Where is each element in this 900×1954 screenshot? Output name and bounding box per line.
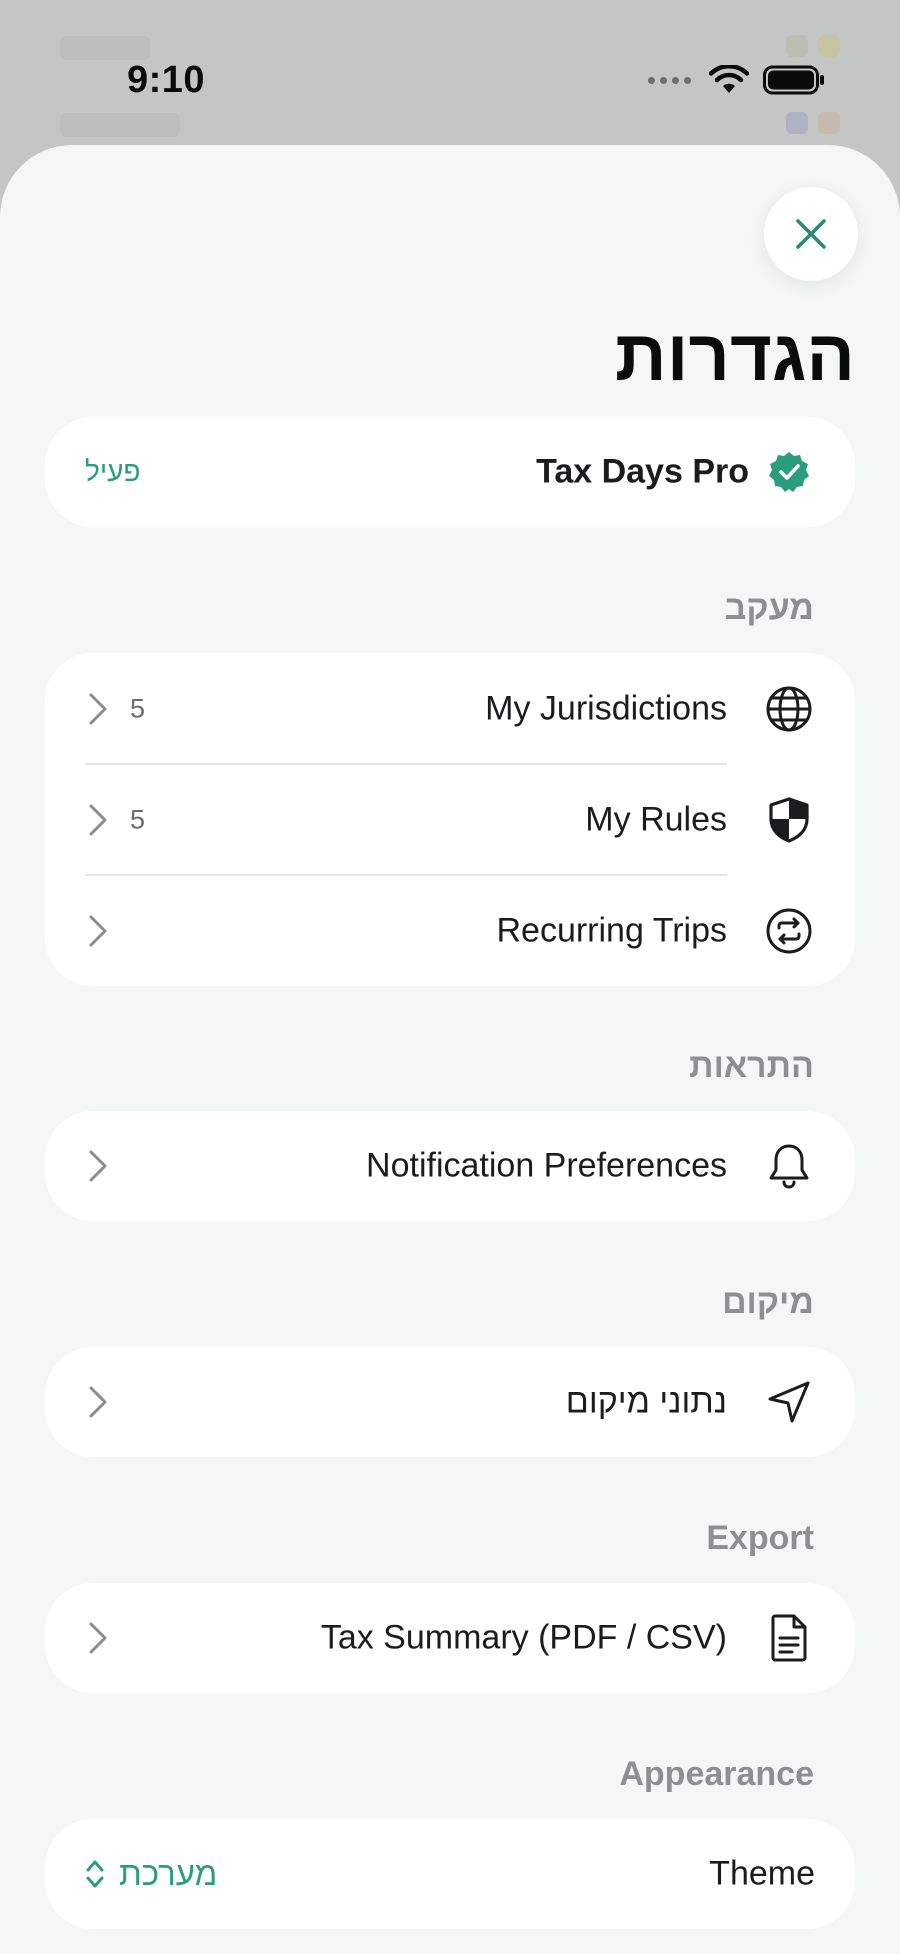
shield-icon [763, 794, 815, 846]
theme-picker[interactable]: מערכת [85, 1855, 217, 1893]
section-header-notifications: התראות [689, 1047, 814, 1085]
list-item-jurisdictions[interactable]: My Jurisdictions 5 [45, 653, 855, 764]
verified-badge-icon [763, 446, 815, 498]
theme-value: מערכת [119, 1855, 218, 1892]
chevron-right-icon [89, 1150, 107, 1182]
cellular-signal-icon [648, 76, 691, 84]
count-badge: 5 [130, 693, 146, 723]
pro-card[interactable]: Tax Days Pro פעיל [45, 417, 855, 527]
list-item-label: נתוני מיקום [565, 1382, 727, 1421]
chevron-up-down-icon [86, 1860, 104, 1888]
list-item-tax-summary[interactable]: Tax Summary (PDF / CSV) [45, 1583, 855, 1693]
status-time: 9:10 [127, 58, 206, 101]
section-header-location: מיקום [722, 1283, 814, 1321]
list-item-recurring-trips[interactable]: Recurring Trips [45, 875, 855, 986]
list-item-label: Recurring Trips [496, 911, 727, 949]
page-title: הגדרות [615, 316, 855, 396]
document-icon [763, 1612, 815, 1664]
status-bar: 9:10 [0, 50, 900, 110]
list-item-label: My Jurisdictions [485, 689, 727, 727]
settings-sheet: הגדרות Tax Days Pro פעיל מעקב My Jurisdi… [0, 145, 900, 1954]
background-row [60, 105, 840, 145]
export-card: Tax Summary (PDF / CSV) [45, 1583, 855, 1693]
list-item-location-data[interactable]: נתוני מיקום [45, 1347, 855, 1457]
theme-row: Theme מערכת [45, 1819, 855, 1929]
section-header-export: Export [706, 1519, 814, 1557]
section-header-appearance: Appearance [619, 1755, 814, 1793]
repeat-icon [763, 905, 815, 957]
chevron-right-icon [89, 804, 107, 835]
status-icons [648, 65, 825, 95]
theme-label: Theme [709, 1854, 815, 1893]
battery-icon [763, 65, 824, 95]
appearance-card: Theme מערכת [45, 1819, 855, 1929]
list-item-label: Notification Preferences [366, 1146, 727, 1185]
section-header-tracking: מעקב [724, 589, 814, 627]
bell-icon [763, 1140, 815, 1192]
pro-status-badge: פעיל [85, 456, 141, 487]
list-item-label: My Rules [585, 800, 727, 838]
notifications-card: Notification Preferences [45, 1111, 855, 1221]
count-badge: 5 [130, 804, 146, 834]
pro-plan-name: Tax Days Pro [536, 452, 749, 491]
chevron-right-icon [89, 1622, 107, 1654]
location-card: נתוני מיקום [45, 1347, 855, 1457]
tracking-card: My Jurisdictions 5 My Rules 5 Recurring … [45, 653, 855, 986]
list-item-rules[interactable]: My Rules 5 [45, 764, 855, 875]
close-button[interactable] [764, 187, 858, 281]
globe-icon [763, 683, 815, 735]
chevron-right-icon [89, 915, 107, 946]
wifi-icon [709, 65, 749, 93]
chevron-right-icon [89, 693, 107, 724]
chevron-right-icon [89, 1386, 107, 1418]
list-item-notification-preferences[interactable]: Notification Preferences [45, 1111, 855, 1221]
list-item-label: Tax Summary (PDF / CSV) [320, 1618, 727, 1657]
location-arrow-icon [763, 1376, 815, 1428]
close-icon [796, 219, 826, 249]
